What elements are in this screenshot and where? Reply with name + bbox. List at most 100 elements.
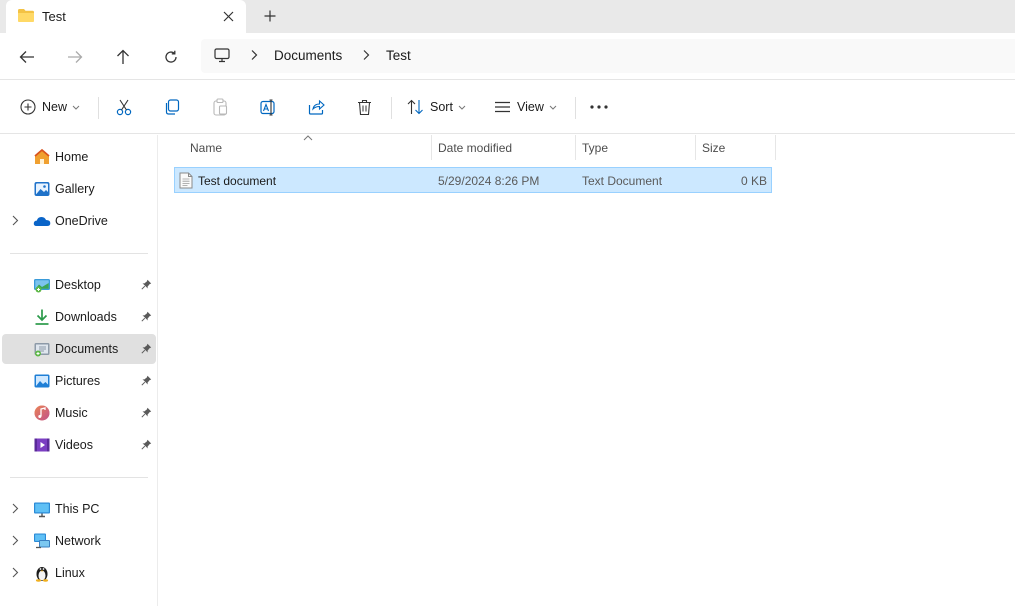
file-size: 0 KB — [740, 174, 767, 188]
sidebar-divider — [10, 253, 148, 254]
delete-button[interactable] — [357, 93, 372, 121]
pin-icon[interactable] — [141, 407, 152, 418]
sidebar-divider — [10, 477, 148, 478]
address-bar[interactable]: Documents Test — [201, 39, 1015, 73]
sidebar-item-gallery[interactable]: Gallery — [2, 174, 156, 204]
pin-icon[interactable] — [141, 343, 152, 354]
new-button[interactable]: New — [20, 93, 80, 121]
pin-icon[interactable] — [141, 311, 152, 322]
sidebar-item-desktop[interactable]: Desktop — [2, 270, 156, 300]
column-header-type[interactable]: Type — [582, 141, 608, 155]
home-icon — [34, 148, 50, 164]
toolbar-divider — [98, 97, 99, 119]
back-arrow-icon[interactable] — [13, 43, 41, 71]
toolbar-divider — [575, 97, 576, 119]
videos-icon — [34, 438, 50, 452]
refresh-icon[interactable] — [157, 43, 185, 71]
sidebar-item-label: Music — [55, 406, 88, 420]
sidebar-item-videos[interactable]: Videos — [2, 430, 156, 460]
chevron-down-icon — [458, 105, 466, 110]
forward-arrow-icon[interactable] — [61, 43, 89, 71]
pin-icon[interactable] — [141, 375, 152, 386]
sidebar-item-music[interactable]: Music — [2, 398, 156, 428]
column-divider[interactable] — [695, 135, 696, 160]
view-label: View — [517, 100, 544, 114]
rename-button[interactable] — [260, 93, 278, 121]
this-pc-icon — [34, 502, 50, 518]
sidebar-item-label: Videos — [55, 438, 93, 452]
network-icon — [34, 533, 50, 549]
column-divider[interactable] — [431, 135, 432, 160]
chevron-right-icon[interactable] — [11, 535, 19, 546]
sidebar-item-onedrive[interactable]: OneDrive — [2, 206, 156, 236]
pictures-icon — [34, 374, 50, 388]
sidebar-item-downloads[interactable]: Downloads — [2, 302, 156, 332]
sidebar-item-label: Downloads — [55, 310, 117, 324]
file-explorer-window: Test Documents Test New Sort View Home G… — [0, 0, 1015, 606]
share-button[interactable] — [308, 93, 325, 121]
sidebar-item-pictures[interactable]: Pictures — [2, 366, 156, 396]
close-icon[interactable] — [218, 6, 238, 26]
pin-icon[interactable] — [141, 279, 152, 290]
sidebar-item-label: Documents — [55, 342, 119, 356]
command-bar: New Sort View — [0, 80, 1015, 134]
view-button[interactable]: View — [494, 93, 557, 121]
column-header-size[interactable]: Size — [702, 141, 725, 155]
chevron-right-icon[interactable] — [11, 215, 19, 226]
column-divider[interactable] — [575, 135, 576, 160]
chevron-right-icon[interactable] — [11, 503, 19, 514]
ellipsis-icon — [590, 105, 608, 109]
file-name: Test document — [198, 174, 277, 188]
sidebar-item-network[interactable]: Network — [2, 526, 156, 556]
copy-button[interactable] — [164, 93, 180, 121]
this-pc-icon[interactable] — [214, 47, 230, 63]
up-arrow-icon[interactable] — [109, 43, 137, 71]
chevron-down-icon — [72, 105, 80, 110]
file-type: Text Document — [582, 174, 663, 188]
breadcrumb-test[interactable]: Test — [386, 48, 411, 63]
file-date-modified: 5/29/2024 8:26 PM — [438, 174, 540, 188]
chevron-right-icon[interactable] — [248, 49, 260, 61]
column-divider[interactable] — [775, 135, 776, 160]
downloads-icon — [35, 309, 49, 325]
breadcrumb-documents[interactable]: Documents — [274, 48, 342, 63]
toolbar-divider — [391, 97, 392, 119]
navigation-row: Documents Test — [0, 33, 1015, 80]
gallery-icon — [34, 182, 50, 196]
chevron-right-icon[interactable] — [360, 49, 372, 61]
column-header-name[interactable]: Name — [190, 141, 222, 155]
tab-title: Test — [42, 9, 66, 24]
new-tab-plus-icon[interactable] — [260, 6, 280, 26]
paste-button[interactable] — [212, 93, 228, 121]
pin-icon[interactable] — [141, 439, 152, 450]
tab-test[interactable]: Test — [6, 0, 246, 33]
sidebar-item-label: OneDrive — [55, 214, 108, 228]
sort-button[interactable]: Sort — [407, 93, 466, 121]
sidebar-item-label: Pictures — [55, 374, 101, 388]
file-row[interactable]: Test document 5/29/2024 8:26 PM Text Doc… — [174, 167, 772, 193]
sidebar-item-label: Gallery — [55, 182, 95, 196]
column-header-date[interactable]: Date modified — [438, 141, 512, 155]
share-icon — [308, 99, 325, 115]
desktop-icon — [34, 279, 50, 293]
rename-icon — [260, 98, 275, 116]
sidebar-item-documents[interactable]: Documents — [2, 334, 156, 364]
sidebar-item-label: Network — [55, 534, 101, 548]
more-options-button[interactable] — [590, 93, 608, 121]
sort-label: Sort — [430, 100, 453, 114]
file-list: Name Date modified Type Size Test docume… — [159, 135, 1015, 606]
folder-icon — [18, 9, 34, 22]
sidebar-item-this-pc[interactable]: This PC — [2, 494, 156, 524]
view-list-icon — [495, 101, 510, 113]
sidebar-item-label: Home — [55, 150, 89, 164]
linux-penguin-icon — [35, 567, 49, 582]
chevron-down-icon — [549, 105, 557, 110]
chevron-right-icon[interactable] — [11, 567, 19, 578]
tab-strip: Test — [0, 0, 1015, 33]
text-file-icon — [179, 172, 193, 189]
sidebar-item-linux[interactable]: Linux — [2, 558, 156, 588]
sidebar-item-home[interactable]: Home — [2, 142, 156, 172]
sidebar-item-label: This PC — [55, 502, 100, 516]
navigation-pane: Home Gallery OneDrive Desktop Downloads … — [0, 135, 158, 606]
cut-button[interactable] — [116, 93, 132, 121]
